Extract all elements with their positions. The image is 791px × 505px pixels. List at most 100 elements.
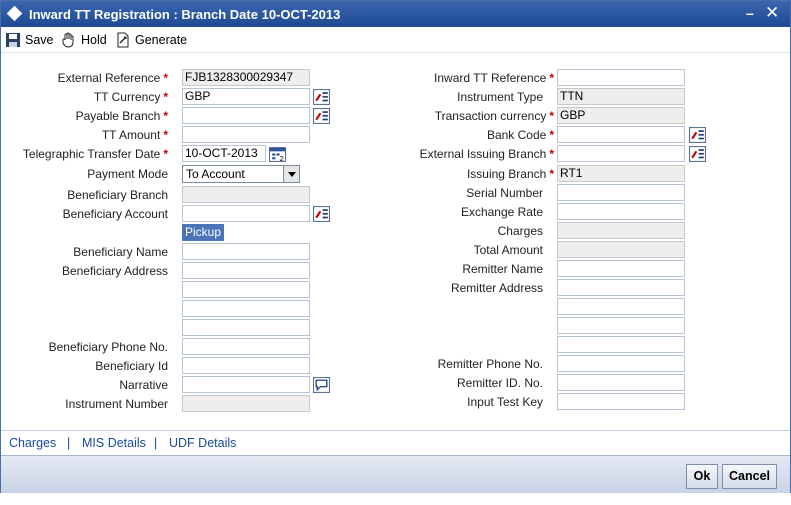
issuing-branch-label: Issuing Branch *	[466, 167, 554, 181]
remitter-phone-label: Remitter Phone No.	[437, 357, 543, 371]
window-title: Inward TT Registration : Branch Date 10-…	[29, 7, 341, 22]
serial-number-label: Serial Number	[466, 186, 543, 200]
beneficiary-branch-label: Beneficiary Branch	[67, 188, 168, 202]
charges-field	[557, 222, 685, 239]
save-button[interactable]: Save	[5, 31, 54, 49]
charges-link[interactable]: Charges	[9, 436, 56, 450]
hold-label: Hold	[81, 33, 107, 47]
beneficiary-branch-field	[182, 186, 310, 203]
beneficiary-id-input[interactable]	[182, 357, 310, 374]
total-amount-label: Total Amount	[473, 243, 543, 257]
beneficiary-address-line-3[interactable]	[182, 300, 310, 317]
bank-code-list-lookup-icon[interactable]	[689, 127, 706, 143]
generate-document-icon	[117, 32, 129, 48]
inward-tt-reference-input[interactable]	[557, 69, 685, 86]
total-amount-field	[557, 241, 685, 258]
remitter-address-line-2[interactable]	[557, 298, 685, 315]
narrative-input[interactable]	[182, 376, 310, 393]
mis-details-link[interactable]: MIS Details	[82, 436, 146, 450]
beneficiary-address-line-4[interactable]	[182, 319, 310, 336]
subsystem-links-bar: Charges | MIS Details | UDF Details	[1, 430, 790, 455]
chevron-down-icon	[283, 166, 299, 182]
beneficiary-account-list-lookup-icon[interactable]	[313, 206, 330, 222]
remitter-address-line-3[interactable]	[557, 317, 685, 334]
hand-icon	[62, 32, 74, 48]
tt-currency-list-lookup-icon[interactable]	[313, 89, 330, 105]
close-icon[interactable]: ✕	[765, 3, 779, 23]
beneficiary-account-label: Beneficiary Account	[62, 207, 168, 221]
external-reference-label: External Reference *	[57, 71, 168, 85]
calendar-icon[interactable]: 2	[269, 146, 286, 162]
payable-branch-list-lookup-icon[interactable]	[313, 108, 330, 124]
tt-currency-label: TT Currency *	[93, 90, 168, 104]
generate-button[interactable]: Generate	[115, 31, 187, 49]
external-issuing-branch-list-lookup-icon[interactable]	[689, 146, 706, 162]
instrument-number-field	[182, 395, 310, 412]
remitter-address-line-1[interactable]	[557, 279, 685, 296]
tt-amount-input[interactable]	[182, 126, 310, 143]
inward-tt-registration-window: Inward TT Registration : Branch Date 10-…	[0, 0, 791, 493]
payment-mode-label: Payment Mode	[87, 167, 168, 181]
remitter-name-input[interactable]	[557, 260, 685, 277]
floppy-disk-icon	[6, 33, 20, 47]
instrument-type-label: Instrument Type	[457, 90, 543, 104]
link-separator: |	[67, 436, 71, 450]
input-test-key-input[interactable]	[557, 393, 685, 410]
beneficiary-name-label: Beneficiary Name	[73, 245, 168, 259]
remitter-address-line-4[interactable]	[557, 336, 685, 353]
remitter-id-label: Remitter ID. No.	[456, 376, 543, 390]
serial-number-input[interactable]	[557, 184, 685, 201]
remitter-id-input[interactable]	[557, 374, 685, 391]
inward-tt-reference-label: Inward TT Reference *	[434, 71, 554, 85]
action-bar: Ok Cancel	[1, 455, 790, 493]
issuing-branch-field: RT1	[557, 165, 685, 182]
beneficiary-address-line-2[interactable]	[182, 281, 310, 298]
title-bar: Inward TT Registration : Branch Date 10-…	[1, 1, 790, 27]
ok-button[interactable]: Ok	[686, 464, 718, 489]
beneficiary-address-label: Beneficiary Address	[61, 264, 168, 278]
transaction-currency-label: Transaction currency *	[434, 109, 554, 123]
instrument-type-field: TTN	[557, 88, 685, 105]
instrument-number-label: Instrument Number	[65, 397, 168, 411]
transaction-currency-field: GBP	[557, 107, 685, 124]
beneficiary-account-input[interactable]	[182, 205, 310, 222]
svg-text:2: 2	[280, 154, 284, 162]
beneficiary-id-label: Beneficiary Id	[95, 359, 168, 373]
remitter-name-label: Remitter Name	[462, 262, 543, 276]
telegraphic-transfer-date-label: Telegraphic Transfer Date *	[22, 147, 168, 161]
beneficiary-phone-label: Beneficiary Phone No.	[48, 340, 168, 354]
link-separator: |	[154, 436, 158, 450]
bank-code-input[interactable]	[557, 126, 685, 143]
pickup-button[interactable]: Pickup	[182, 224, 224, 241]
beneficiary-address-line-1[interactable]	[182, 262, 310, 279]
payment-mode-value: To Account	[186, 167, 245, 181]
external-issuing-branch-input[interactable]	[557, 145, 685, 162]
narrative-label: Narrative	[119, 378, 168, 392]
generate-label: Generate	[135, 33, 188, 47]
minimize-icon[interactable]: –	[746, 5, 754, 21]
app-diamond-icon	[6, 5, 23, 22]
speech-bubble-icon[interactable]	[313, 377, 330, 393]
payable-branch-label: Payable Branch *	[75, 109, 168, 123]
tt-currency-input[interactable]: GBP	[182, 88, 310, 105]
toolbar: Save Hold Generate	[1, 27, 790, 53]
telegraphic-transfer-date-input[interactable]: 10-OCT-2013	[182, 145, 266, 162]
charges-label: Charges	[497, 224, 543, 238]
exchange-rate-label: Exchange Rate	[460, 205, 543, 219]
beneficiary-name-input[interactable]	[182, 243, 310, 260]
payment-mode-select[interactable]: To Account	[182, 165, 300, 183]
beneficiary-phone-input[interactable]	[182, 338, 310, 355]
udf-details-link[interactable]: UDF Details	[169, 436, 236, 450]
cancel-button[interactable]: Cancel	[722, 464, 777, 489]
hold-button[interactable]: Hold	[61, 31, 107, 49]
exchange-rate-input[interactable]	[557, 203, 685, 220]
bank-code-label: Bank Code *	[486, 128, 554, 142]
remitter-address-label: Remitter Address	[450, 281, 543, 295]
save-label: Save	[25, 33, 54, 47]
input-test-key-label: Input Test Key	[467, 395, 543, 409]
tt-amount-label: TT Amount *	[101, 128, 168, 142]
remitter-phone-input[interactable]	[557, 355, 685, 372]
payable-branch-input[interactable]	[182, 107, 310, 124]
external-issuing-branch-label: External Issuing Branch *	[419, 147, 554, 161]
external-reference-field: FJB1328300029347	[182, 69, 310, 86]
